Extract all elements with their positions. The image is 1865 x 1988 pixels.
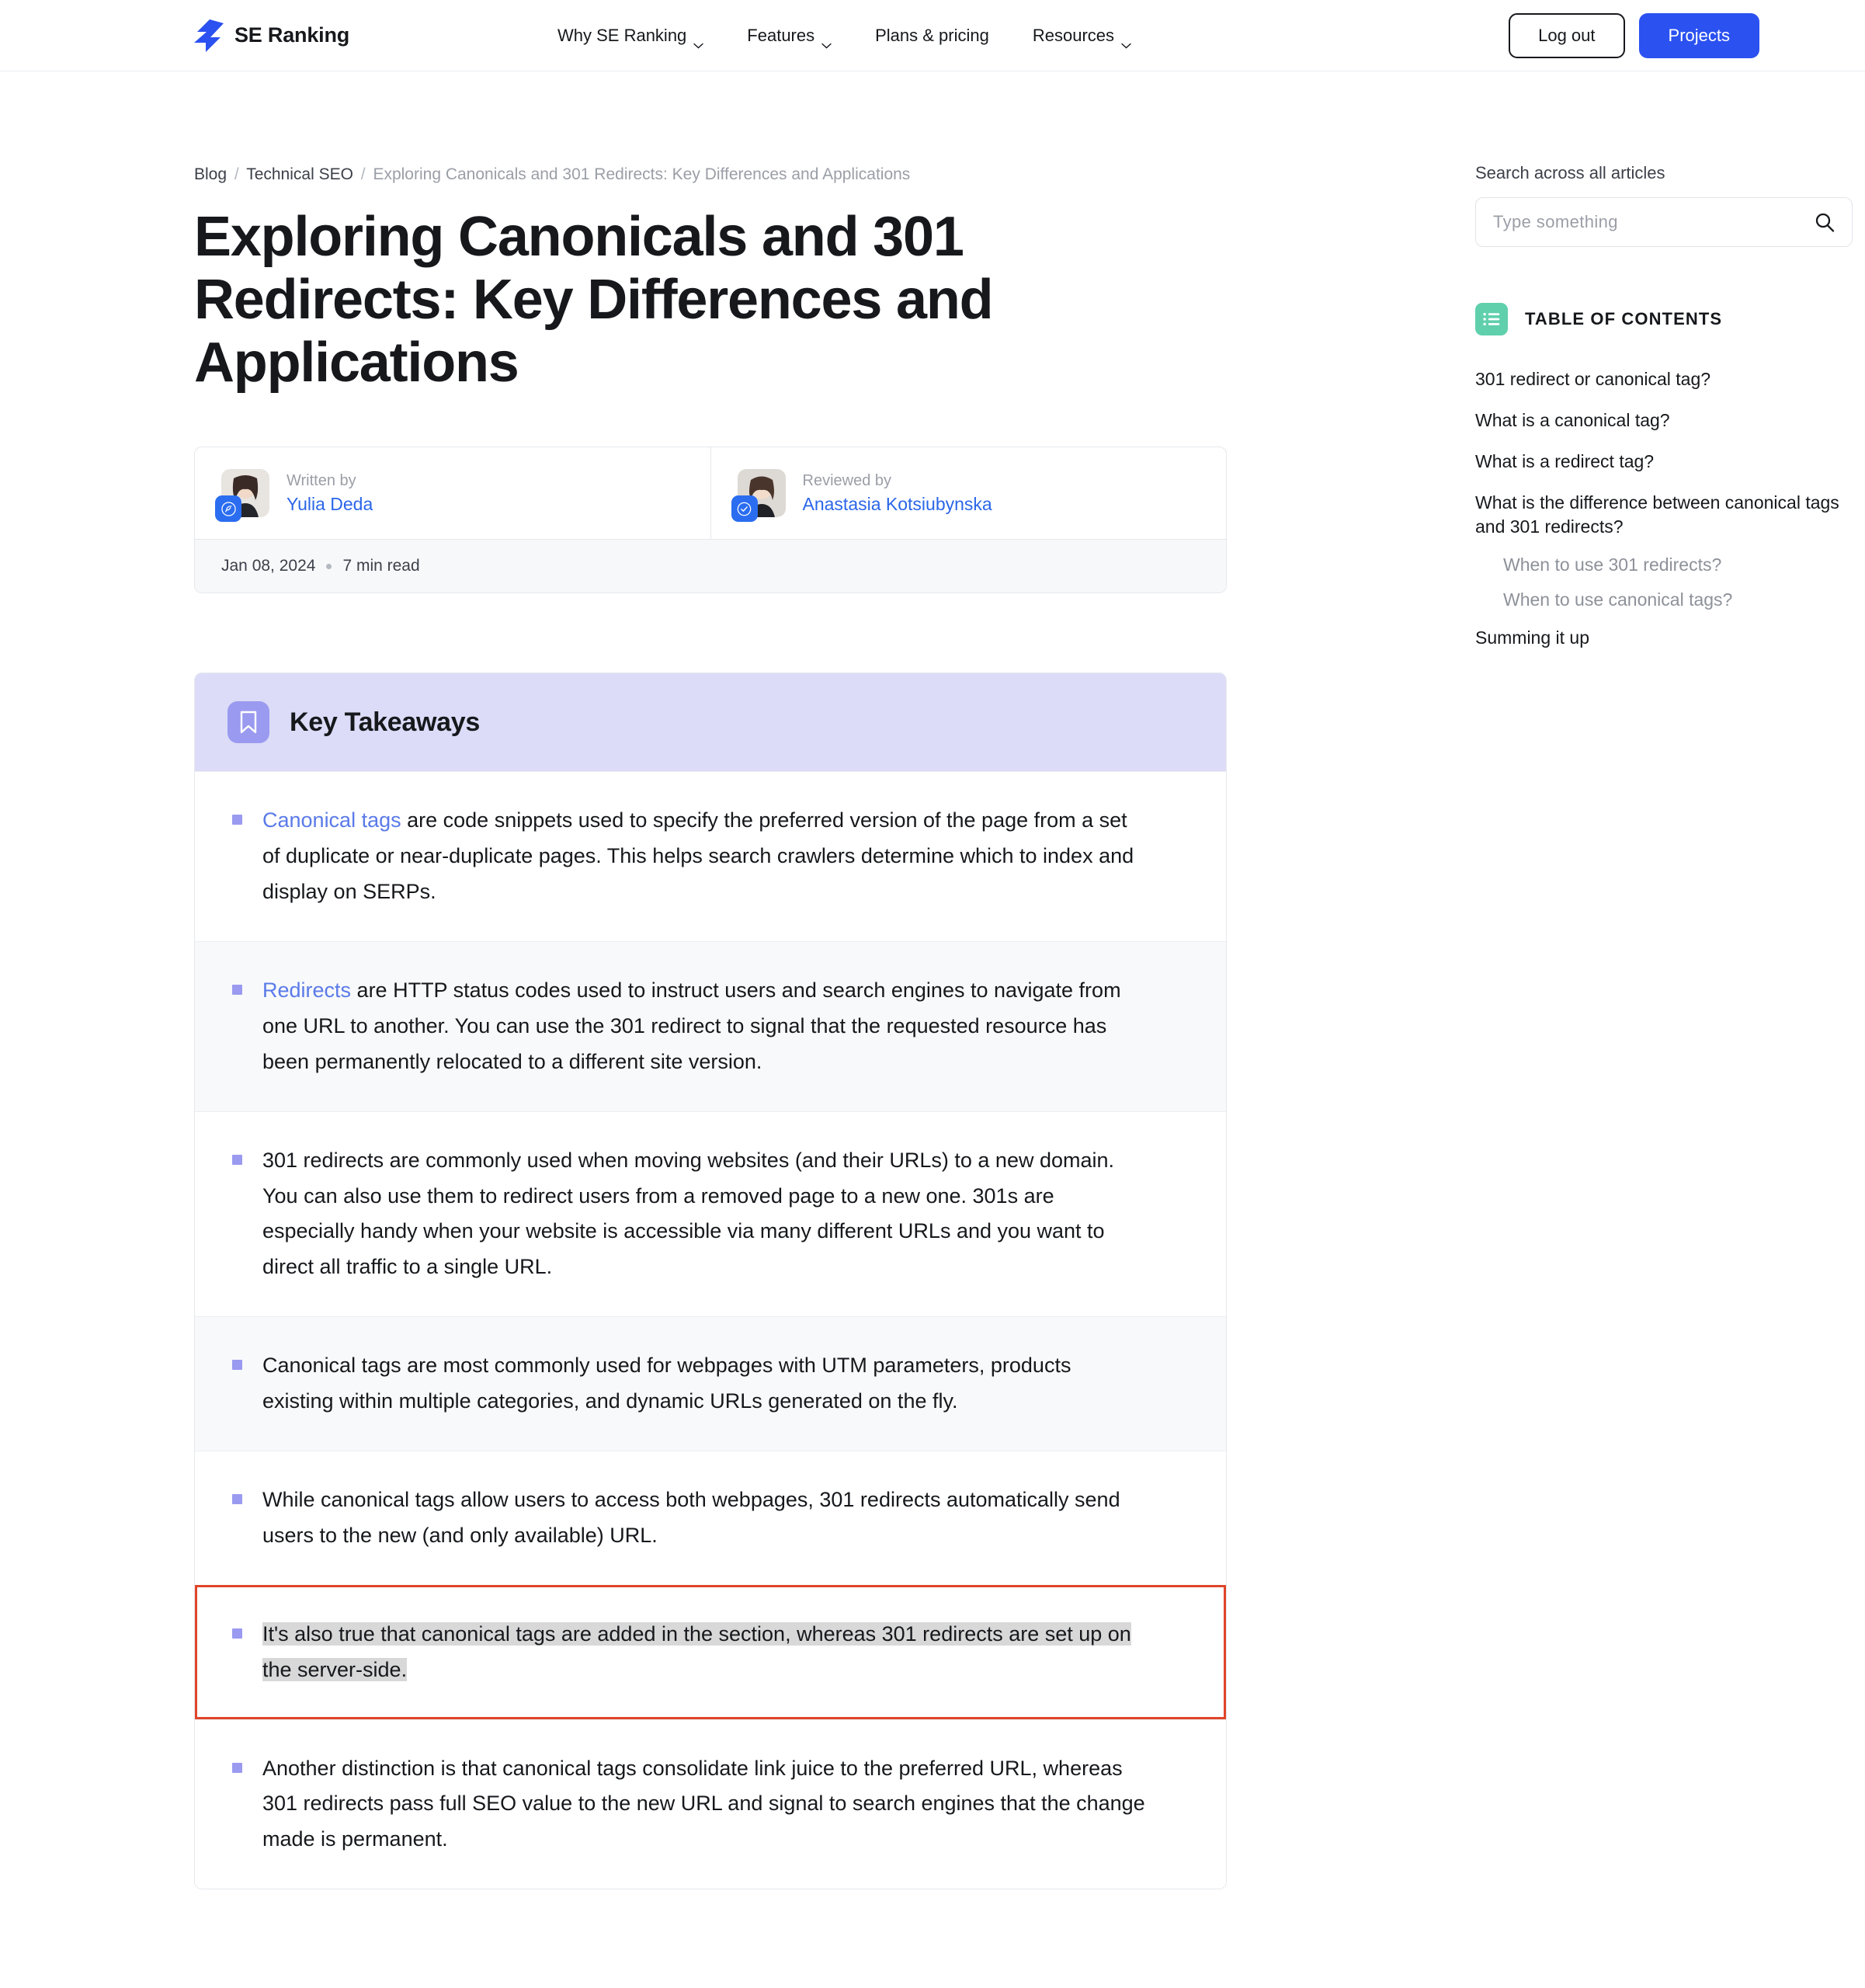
reviewed-by-label: Reviewed by xyxy=(802,471,892,489)
toc-item-1[interactable]: What is a canonical tag? xyxy=(1475,400,1840,441)
sidebar: Search across all articles Type somethin… xyxy=(1475,163,1853,659)
nav-item-resources[interactable]: Resources xyxy=(1011,18,1153,54)
byline-row: Written by Yulia Deda Reviewed by Anasta… xyxy=(195,447,1227,540)
takeaway-item-annotated: It's also true that canonical tags are a… xyxy=(195,1584,1226,1719)
search-label: Search across all articles xyxy=(1475,163,1665,182)
takeaway-body: are HTTP status codes used to instruct u… xyxy=(262,978,1121,1073)
projects-button[interactable]: Projects xyxy=(1638,12,1759,58)
reviewer-text: Reviewed by Anastasia Kotsiubynska xyxy=(803,472,992,515)
bullet-marker xyxy=(232,984,242,995)
pen-badge-icon xyxy=(215,495,241,523)
takeaway-item: Canonical tags are code snippets used to… xyxy=(195,771,1226,941)
nav-item-why-se-ranking[interactable]: Why SE Ranking xyxy=(557,18,725,54)
table-of-contents-header: TABLE OF CONTENTS xyxy=(1475,303,1853,335)
takeaway-text: Another distinction is that canonical ta… xyxy=(262,1751,1148,1858)
takeaway-text: Canonical tags are most commonly used fo… xyxy=(262,1348,1148,1420)
chevron-down-icon xyxy=(693,33,703,48)
takeaway-item: While canonical tags allow users to acce… xyxy=(195,1450,1226,1585)
search-box[interactable] xyxy=(1475,197,1853,247)
read-time: 7 min read xyxy=(342,557,420,575)
takeaway-body: 301 redirects are commonly used when mov… xyxy=(262,1148,1115,1279)
key-takeaways-card: Key Takeaways Canonical tags are code sn… xyxy=(194,673,1227,1890)
takeaway-link[interactable]: Redirects xyxy=(262,978,351,1002)
logout-button[interactable]: Log out xyxy=(1509,12,1625,58)
takeaway-body: Another distinction is that canonical ta… xyxy=(262,1756,1145,1851)
reviewer-cell: Reviewed by Anastasia Kotsiubynska xyxy=(710,447,1227,540)
page-body: Blog / Technical SEO / Exploring Canonic… xyxy=(0,71,1865,1890)
toc-item-6[interactable]: Summing it up xyxy=(1475,617,1840,659)
selected-text: It's also true that canonical tags are a… xyxy=(262,1621,1131,1681)
key-takeaways-title: Key Takeaways xyxy=(290,707,480,737)
takeaway-text: 301 redirects are commonly used when mov… xyxy=(262,1143,1148,1286)
toc-item-0[interactable]: 301 redirect or canonical tag? xyxy=(1475,359,1840,400)
takeaway-item: Redirects are HTTP status codes used to … xyxy=(195,940,1226,1111)
toc-item-4[interactable]: When to use 301 redirects? xyxy=(1475,547,1840,582)
table-of-contents-title: TABLE OF CONTENTS xyxy=(1525,309,1723,328)
bullet-marker xyxy=(232,1493,242,1504)
author-name-link[interactable]: Yulia Deda xyxy=(287,494,373,515)
bullet-marker xyxy=(232,1360,242,1371)
chevron-down-icon xyxy=(1121,33,1131,48)
site-header: SE Ranking Why SE Ranking Features Plans… xyxy=(0,0,1865,71)
nav-item-plans-pricing[interactable]: Plans & pricing xyxy=(853,18,1011,54)
bullet-marker xyxy=(232,815,242,825)
key-takeaways-header: Key Takeaways xyxy=(195,673,1226,772)
nav-label: Why SE Ranking xyxy=(557,25,687,45)
nav-item-features[interactable]: Features xyxy=(725,18,853,54)
lightning-bolt-icon xyxy=(194,19,224,52)
nav-label: Resources xyxy=(1032,25,1115,45)
header-actions: Log out Projects xyxy=(1509,12,1759,58)
breadcrumb-blog[interactable]: Blog xyxy=(194,165,227,183)
takeaway-body: While canonical tags allow users to acce… xyxy=(262,1487,1120,1547)
chevron-down-icon xyxy=(821,33,832,48)
takeaway-link[interactable]: Canonical tags xyxy=(262,808,401,832)
bullet-marker xyxy=(232,1154,242,1165)
meta-separator-dot xyxy=(326,563,332,569)
article-column: Blog / Technical SEO / Exploring Canonic… xyxy=(194,163,1227,1890)
takeaway-text: While canonical tags allow users to acce… xyxy=(262,1482,1148,1554)
bookmark-icon xyxy=(227,701,269,744)
byline-card: Written by Yulia Deda Reviewed by Anasta… xyxy=(194,447,1227,594)
author-text: Written by Yulia Deda xyxy=(287,472,373,515)
avatar xyxy=(215,469,269,523)
brand-name: SE Ranking xyxy=(234,23,350,47)
bullet-marker xyxy=(232,1762,242,1773)
breadcrumb: Blog / Technical SEO / Exploring Canonic… xyxy=(194,163,1227,186)
publish-date: Jan 08, 2024 xyxy=(221,557,316,575)
written-by-label: Written by xyxy=(287,471,356,489)
breadcrumb-separator: / xyxy=(360,165,366,183)
takeaway-text: Canonical tags are code snippets used to… xyxy=(262,803,1148,910)
article-meta: Jan 08, 2024 7 min read xyxy=(195,539,1226,593)
toc-item-5[interactable]: When to use canonical tags? xyxy=(1475,582,1840,617)
main-navigation: Why SE Ranking Features Plans & pricing … xyxy=(557,18,1153,54)
search-icon[interactable] xyxy=(1815,212,1835,232)
nav-label: Features xyxy=(747,25,815,45)
table-of-contents-list: 301 redirect or canonical tag? What is a… xyxy=(1475,359,1853,659)
takeaway-text: Redirects are HTTP status codes used to … xyxy=(262,973,1148,1080)
takeaway-item: Another distinction is that canonical ta… xyxy=(195,1719,1226,1889)
toc-item-3[interactable]: What is the difference between canonical… xyxy=(1475,482,1840,547)
breadcrumb-category[interactable]: Technical SEO xyxy=(246,165,353,183)
verified-check-badge-icon xyxy=(731,495,758,523)
takeaway-text: It's also true that canonical tags are a… xyxy=(262,1617,1148,1688)
toc-item-2[interactable]: What is a redirect tag? xyxy=(1475,441,1840,482)
author-cell: Written by Yulia Deda xyxy=(195,447,710,539)
bullet-marker xyxy=(232,1628,242,1639)
reviewer-name-link[interactable]: Anastasia Kotsiubynska xyxy=(803,494,992,515)
breadcrumb-separator: / xyxy=(234,165,239,183)
page-title: Exploring Canonicals and 301 Redirects: … xyxy=(194,206,994,394)
breadcrumb-current: Exploring Canonicals and 301 Redirects: … xyxy=(373,165,911,183)
takeaway-body: Canonical tags are most commonly used fo… xyxy=(262,1354,1071,1413)
nav-label: Plans & pricing xyxy=(875,25,989,45)
takeaway-item: 301 redirects are commonly used when mov… xyxy=(195,1110,1226,1317)
search-input[interactable] xyxy=(1493,212,1815,232)
list-icon xyxy=(1475,303,1508,335)
takeaway-item: Canonical tags are most commonly used fo… xyxy=(195,1316,1226,1451)
brand-logo[interactable]: SE Ranking xyxy=(194,19,349,52)
avatar xyxy=(731,469,786,523)
